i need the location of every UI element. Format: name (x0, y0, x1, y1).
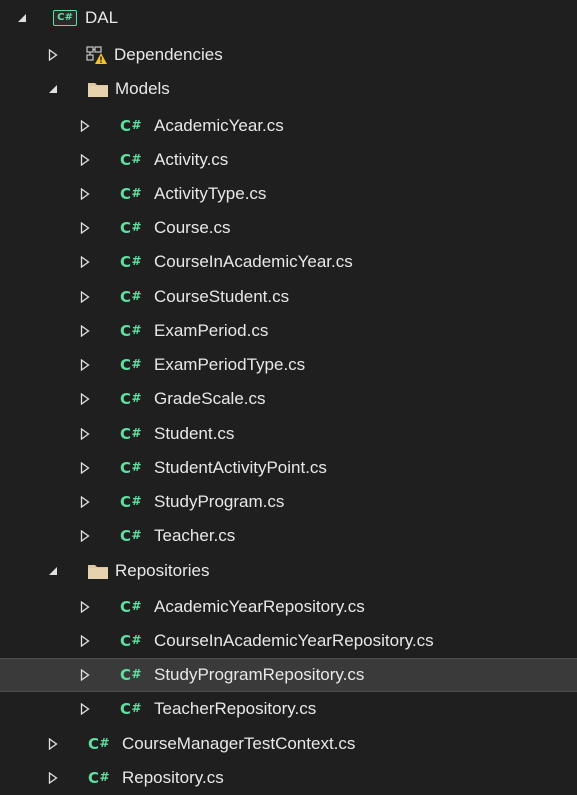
tree-node-label: TeacherRepository.cs (154, 699, 317, 718)
collapsed-arrow-icon[interactable] (78, 425, 92, 443)
tree-node-label: ExamPeriod.cs (154, 321, 269, 340)
csharp-file-icon: C # (120, 356, 142, 374)
collapsed-arrow-icon[interactable] (78, 598, 92, 616)
tree-node-label: StudyProgram.cs (154, 492, 285, 511)
tree-node-label: Activity.cs (154, 150, 229, 169)
tree-node-label: Dependencies (114, 45, 223, 64)
tree-node-file[interactable]: C # CourseInAcademicYearRepository.cs (0, 624, 577, 658)
csharp-file-icon: C # (120, 219, 142, 237)
collapsed-arrow-icon[interactable] (78, 356, 92, 374)
tree-node-label: DAL (85, 8, 119, 27)
tree-node-label: CourseStudent.cs (154, 287, 290, 306)
csharp-file-icon: C # (120, 527, 142, 545)
tree-node-file[interactable]: C # CourseInAcademicYear.cs (0, 245, 577, 279)
tree-node-label: StudyProgramRepository.cs (154, 665, 365, 684)
folder-icon (87, 562, 109, 580)
csharp-file-icon: C # (120, 117, 142, 135)
csharp-file-icon: C # (120, 185, 142, 203)
tree-node-file[interactable]: C # Course.cs (0, 211, 577, 245)
csharp-file-icon: C # (120, 322, 142, 340)
tree-node-label: Repository.cs (122, 768, 224, 787)
tree-node-label: Student.cs (154, 424, 235, 443)
tree-node-file[interactable]: C # CourseManagerTestContext.cs (0, 727, 577, 761)
collapsed-arrow-icon[interactable] (46, 769, 60, 787)
csharp-file-icon: C # (120, 390, 142, 408)
csharp-file-icon: C # (120, 493, 142, 511)
collapsed-arrow-icon[interactable] (78, 322, 92, 340)
tree-node-file[interactable]: C # StudyProgram.cs (0, 485, 577, 519)
csharp-file-icon: C # (120, 459, 142, 477)
csharp-file-icon: C # (120, 253, 142, 271)
collapsed-arrow-icon[interactable] (78, 459, 92, 477)
collapsed-arrow-icon[interactable] (78, 666, 92, 684)
tree-node-file[interactable]: C # Activity.cs (0, 143, 577, 177)
tree-node-label: Models (115, 79, 170, 98)
tree-node-file[interactable]: C # AcademicYear.cs (0, 109, 577, 143)
tree-node-file[interactable]: C # CourseStudent.cs (0, 280, 577, 314)
csharp-file-icon: C # (120, 288, 142, 306)
tree-node-file[interactable]: C # Student.cs (0, 417, 577, 451)
csharp-file-icon: C # (88, 769, 110, 787)
tree-node-label: Course.cs (154, 218, 231, 237)
csharp-project-icon: C# (53, 10, 77, 26)
csharp-file-icon: C # (120, 700, 142, 718)
expanded-arrow-icon[interactable] (46, 562, 60, 580)
csharp-file-icon: C # (88, 735, 110, 753)
tree-node-project-dal[interactable]: C# DAL (0, 1, 577, 35)
collapsed-arrow-icon[interactable] (46, 46, 60, 64)
tree-node-label: CourseInAcademicYearRepository.cs (154, 631, 434, 650)
collapsed-arrow-icon[interactable] (78, 632, 92, 650)
tree-node-file-selected[interactable]: C # StudyProgramRepository.cs (0, 658, 577, 692)
collapsed-arrow-icon[interactable] (78, 390, 92, 408)
tree-node-dependencies[interactable]: Dependencies (0, 38, 577, 72)
csharp-file-icon: C # (120, 666, 142, 684)
tree-node-file[interactable]: C # ActivityType.cs (0, 177, 577, 211)
collapsed-arrow-icon[interactable] (78, 288, 92, 306)
collapsed-arrow-icon[interactable] (78, 151, 92, 169)
tree-node-label: AcademicYearRepository.cs (154, 597, 365, 616)
expanded-arrow-icon[interactable] (15, 9, 29, 27)
csharp-file-icon: C # (120, 632, 142, 650)
csharp-file-icon: C # (120, 425, 142, 443)
collapsed-arrow-icon[interactable] (78, 700, 92, 718)
csharp-file-icon: C # (120, 151, 142, 169)
tree-node-file[interactable]: C # StudentActivityPoint.cs (0, 451, 577, 485)
dependencies-warning-icon (86, 45, 108, 65)
tree-node-file[interactable]: C # ExamPeriod.cs (0, 314, 577, 348)
tree-node-label: CourseInAcademicYear.cs (154, 252, 353, 271)
solution-explorer-tree: C# DAL Dependencies Models C # AcademicY… (0, 0, 577, 791)
tree-node-file[interactable]: C # Teacher.cs (0, 519, 577, 553)
tree-node-label: CourseManagerTestContext.cs (122, 734, 356, 753)
tree-node-label: StudentActivityPoint.cs (154, 458, 327, 477)
collapsed-arrow-icon[interactable] (46, 735, 60, 753)
collapsed-arrow-icon[interactable] (78, 117, 92, 135)
collapsed-arrow-icon[interactable] (78, 185, 92, 203)
folder-icon (87, 80, 109, 98)
tree-node-label: Repositories (115, 561, 210, 580)
tree-node-label: ActivityType.cs (154, 184, 267, 203)
csharp-file-icon: C # (120, 598, 142, 616)
tree-node-file[interactable]: C # TeacherRepository.cs (0, 692, 577, 726)
tree-node-file[interactable]: C # GradeScale.cs (0, 382, 577, 416)
expanded-arrow-icon[interactable] (46, 80, 60, 98)
collapsed-arrow-icon[interactable] (78, 527, 92, 545)
collapsed-arrow-icon[interactable] (78, 253, 92, 271)
tree-node-label: ExamPeriodType.cs (154, 355, 306, 374)
collapsed-arrow-icon[interactable] (78, 219, 92, 237)
tree-node-file[interactable]: C # ExamPeriodType.cs (0, 348, 577, 382)
tree-node-label: Teacher.cs (154, 526, 236, 545)
tree-node-file[interactable]: C # AcademicYearRepository.cs (0, 590, 577, 624)
tree-node-folder-repositories[interactable]: Repositories (0, 554, 577, 588)
tree-node-label: AcademicYear.cs (154, 116, 284, 135)
tree-node-label: GradeScale.cs (154, 389, 266, 408)
tree-node-file[interactable]: C # Repository.cs (0, 761, 577, 795)
collapsed-arrow-icon[interactable] (78, 493, 92, 511)
tree-node-folder-models[interactable]: Models (0, 72, 577, 106)
